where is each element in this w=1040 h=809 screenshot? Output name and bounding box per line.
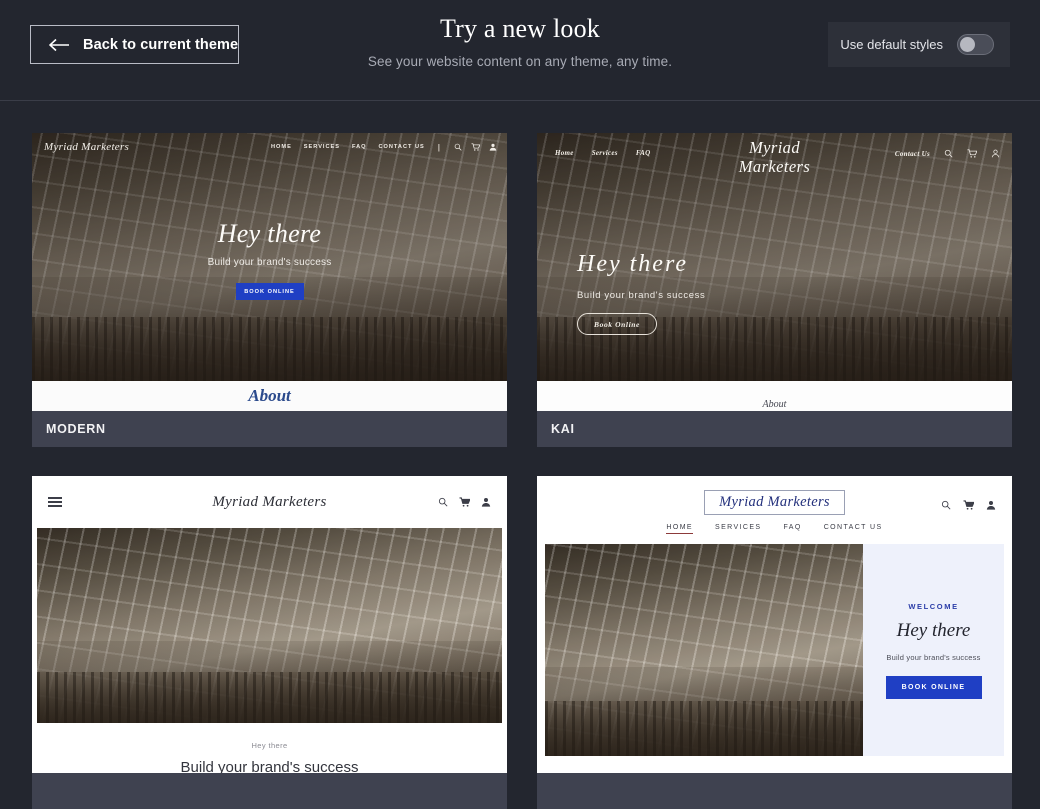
hero-kicker: WELCOME <box>908 601 959 611</box>
hero-content: WELCOME Hey there Build your brand's suc… <box>863 544 1004 756</box>
nav-link-contact-us[interactable]: CONTACT US <box>378 144 424 150</box>
site-logo: Myriad Marketers <box>537 138 1012 177</box>
site-logo-text: Myriad Marketers <box>704 490 845 515</box>
theme-card-4[interactable]: Myriad Marketers HOME SERVICES FAQ CONTA… <box>537 476 1012 809</box>
hero-content: Hey there Build your brand's success Boo… <box>577 251 705 335</box>
about-heading: About <box>762 399 787 410</box>
site-logo: Myriad Marketers <box>212 493 327 510</box>
nav-separator: | <box>437 142 441 152</box>
hero-subtitle: Build your brand's success <box>207 257 332 268</box>
nav-link-services[interactable]: SERVICES <box>304 144 340 150</box>
theme-preview-kai[interactable]: Myriad Marketers Home Services FAQ Conta… <box>537 133 1012 411</box>
cart-icon[interactable] <box>471 143 480 151</box>
default-styles-switch[interactable] <box>957 34 994 55</box>
account-icon[interactable] <box>481 497 491 507</box>
nav-link-contact-us[interactable]: CONTACT US <box>824 524 883 534</box>
hero-content: Hey there Build your brand's success BOO… <box>32 219 507 300</box>
hero-subtitle: Build your brand's success <box>886 652 981 662</box>
book-online-button[interactable]: Book Online <box>577 313 657 335</box>
theme-grid: Myriad Marketers HOME SERVICES FAQ CONTA… <box>0 101 1040 809</box>
theme-card-kai[interactable]: Myriad Marketers Home Services FAQ Conta… <box>537 133 1012 447</box>
default-styles-toggle-group[interactable]: Use default styles <box>828 22 1010 67</box>
hero-heading: Build your brand's success <box>180 759 359 773</box>
site-logo-line1: Myriad <box>749 138 800 157</box>
theme-name-4 <box>537 773 1012 809</box>
nav-link-faq[interactable]: FAQ <box>352 144 367 150</box>
cart-icon[interactable] <box>963 500 974 510</box>
nav-link-home[interactable]: HOME <box>271 144 292 150</box>
search-icon[interactable] <box>454 143 462 151</box>
site-logo: Myriad Marketers <box>44 141 130 153</box>
site-logo-line2: Marketers <box>738 156 811 176</box>
theme-preview-4[interactable]: Myriad Marketers HOME SERVICES FAQ CONTA… <box>537 476 1012 773</box>
hero-photo <box>37 528 502 723</box>
preview-hero: Myriad Marketers Home Services FAQ Conta… <box>537 133 1012 381</box>
nav-icons[interactable] <box>438 497 491 507</box>
hero-kicker: Hey there <box>251 741 288 750</box>
theme-card-3[interactable]: Myriad Marketers Hey there Build your br… <box>32 476 507 809</box>
nav-links[interactable]: HOME SERVICES FAQ CONTACT US | <box>271 143 497 152</box>
search-icon[interactable] <box>941 500 951 510</box>
preview-nav[interactable]: Myriad Marketers <box>32 476 507 528</box>
theme-card-modern[interactable]: Myriad Marketers HOME SERVICES FAQ CONTA… <box>32 133 507 447</box>
hero-title: Hey there <box>896 619 971 641</box>
about-section: About <box>537 381 1012 411</box>
cart-icon[interactable] <box>459 497 470 507</box>
preview-nav[interactable]: Myriad Marketers HOME SERVICES FAQ CONTA… <box>537 476 1012 544</box>
account-icon[interactable] <box>489 143 497 151</box>
nav-link-services[interactable]: SERVICES <box>715 524 761 534</box>
hero-split: WELCOME Hey there Build your brand's suc… <box>537 544 1012 756</box>
search-icon[interactable] <box>438 497 448 507</box>
hero-subtitle: Build your brand's success <box>577 290 706 301</box>
about-heading: About <box>248 386 291 405</box>
theme-name-modern: MODERN <box>32 411 507 447</box>
preview-hero: Myriad Marketers HOME SERVICES FAQ CONTA… <box>32 133 507 381</box>
hero-photo <box>545 544 863 756</box>
hero-title: Hey there <box>577 251 689 277</box>
default-styles-label: Use default styles <box>840 37 943 52</box>
nav-link-faq[interactable]: FAQ <box>784 524 802 534</box>
nav-icons[interactable] <box>454 143 497 151</box>
hero-title: Hey there <box>217 219 322 248</box>
about-section: About <box>32 381 507 411</box>
preview-nav[interactable]: Myriad Marketers HOME SERVICES FAQ CONTA… <box>32 133 507 161</box>
nav-links[interactable]: HOME SERVICES FAQ CONTACT US <box>537 524 1012 534</box>
theme-preview-3[interactable]: Myriad Marketers Hey there Build your br… <box>32 476 507 773</box>
theme-preview-modern[interactable]: Myriad Marketers HOME SERVICES FAQ CONTA… <box>32 133 507 411</box>
book-online-button[interactable]: BOOK ONLINE <box>235 283 304 300</box>
account-icon[interactable] <box>986 500 996 510</box>
hero-content: Hey there Build your brand's success <box>32 723 507 773</box>
switch-knob <box>960 37 975 52</box>
page-header: Back to current theme Try a new look See… <box>0 0 1040 101</box>
nav-link-home[interactable]: HOME <box>666 524 694 534</box>
theme-name-kai: KAI <box>537 411 1012 447</box>
nav-icons[interactable] <box>941 500 996 510</box>
book-online-button[interactable]: BOOK ONLINE <box>885 675 982 699</box>
theme-name-3 <box>32 773 507 809</box>
